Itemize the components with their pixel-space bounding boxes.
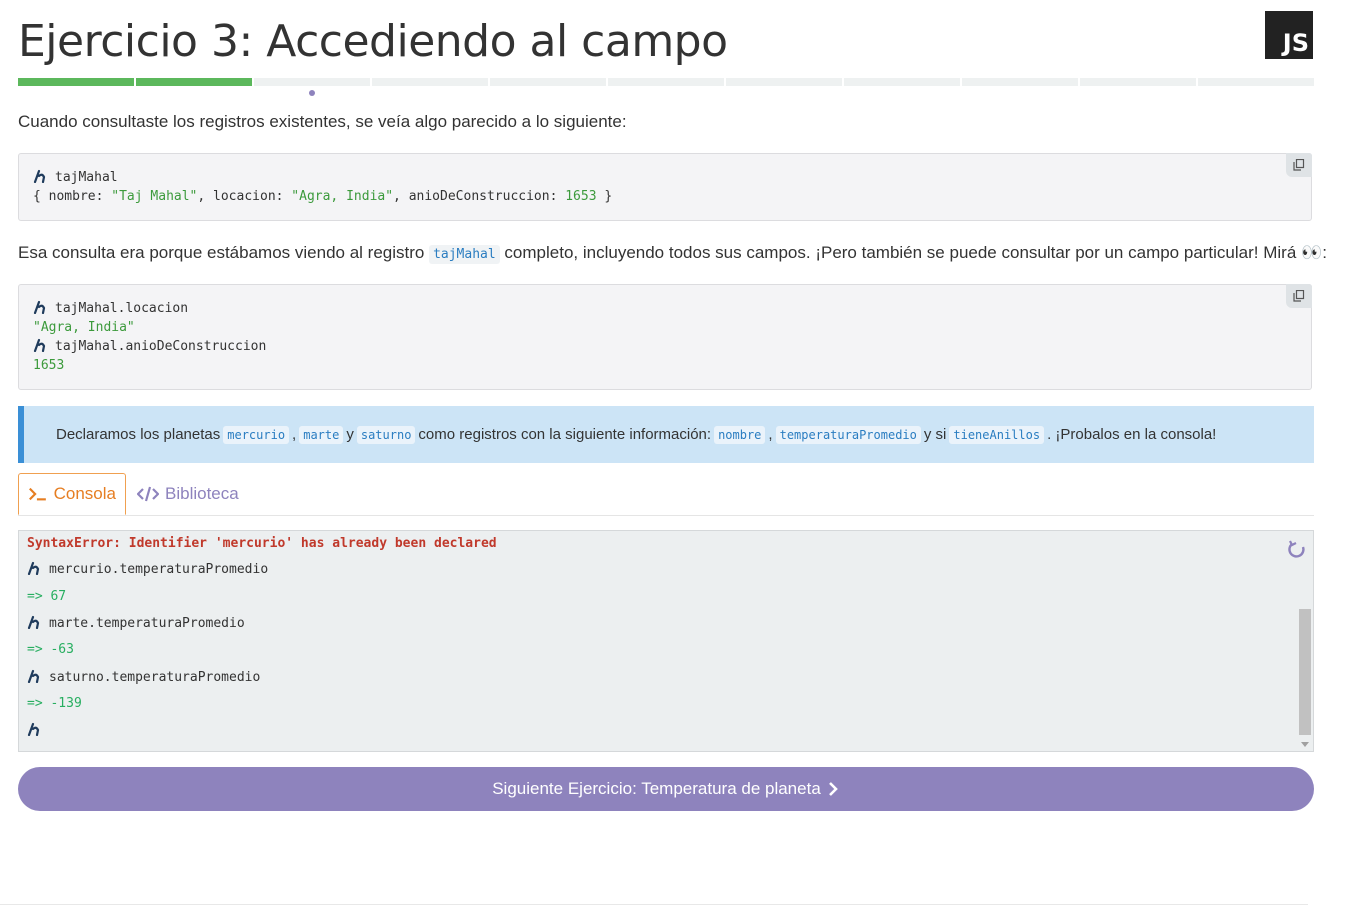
inline-code: mercurio [223,425,290,444]
prompt-icon [33,338,46,352]
reset-icon[interactable] [1287,539,1307,559]
console-command-text: marte.temperaturaPromedio [49,616,245,631]
prompt-icon [27,669,40,683]
next-exercise-label: Siguiente Ejercicio: Temperatura de plan… [492,779,821,798]
exercise-instructions: Declaramos los planetas mercurio, marte y… [18,406,1314,463]
copy-icon [1293,159,1305,171]
progress-bar [18,78,1314,86]
code-string: "Taj Mahal" [111,189,198,204]
console-result: => -63 [27,642,74,657]
code-result: 1653 [33,358,65,373]
code-block-fields: tajMahal.locacion "Agra, India" tajMahal… [18,284,1312,390]
explain-after: completo, incluyendo todos sus campos. ¡… [499,243,1302,262]
terminal-icon [29,487,46,501]
footer-divider [0,904,1308,905]
console-result: => 67 [27,589,67,604]
code-line: { nombre: "Taj Mahal", locacion: "Agra, … [33,187,1297,206]
code-query: tajMahal [55,170,118,185]
next-exercise-button[interactable]: Siguiente Ejercicio: Temperatura de plan… [18,767,1314,811]
inline-code: tieneAnillos [949,425,1045,444]
code-query: tajMahal.anioDeConstruccion [55,339,267,354]
code-number: 1653 [565,189,597,204]
code-query: tajMahal.locacion [55,301,189,316]
info-text: . ¡Probalos en la consola! [1047,426,1217,443]
info-text: como registros con la siguiente informac… [418,426,712,443]
prompt-icon [27,561,40,575]
progress-segment[interactable] [1080,78,1196,86]
console-panel[interactable]: SyntaxError: Identifier 'mercurio' has a… [18,530,1314,752]
console-error: SyntaxError: Identifier 'mercurio' has a… [27,536,497,551]
explain-text: Esa consulta era porque estábamos viendo… [18,243,1327,264]
info-text: , [292,426,297,443]
progress-segment[interactable] [1198,78,1314,86]
console-command-text: saturno.temperaturaPromedio [49,670,261,685]
code-text: { nombre: [33,189,112,204]
copy-button[interactable] [1286,153,1312,177]
code-line: tajMahal.anioDeConstruccion [33,337,1297,356]
inline-code: tajMahal [429,245,500,264]
info-text: y si [923,426,947,443]
progress-segment[interactable] [490,78,606,86]
progress-segment[interactable] [18,78,134,86]
inline-code: marte [299,425,344,444]
console-input-prompt[interactable] [27,721,49,741]
inline-code: nombre [714,425,766,444]
console-result: => -139 [27,696,82,711]
progress-segment[interactable] [372,78,488,86]
chevron-right-icon [828,782,838,796]
prompt-icon [27,615,40,629]
prompt-icon [33,300,46,314]
copy-button[interactable] [1286,284,1312,308]
page-title: Ejercicio 3: Accediendo al campo [18,16,728,67]
code-block-records: tajMahal { nombre: "Taj Mahal", locacion… [18,153,1312,221]
prompt-icon [33,169,46,183]
copy-icon [1293,290,1305,302]
js-language-badge: JS [1265,11,1313,59]
code-result: "Agra, India" [33,320,135,335]
progress-segment[interactable] [962,78,1078,86]
scroll-down-arrow-icon[interactable] [1301,742,1309,747]
tab-library-label: Biblioteca [165,484,239,503]
inline-code: saturno [356,425,416,444]
explain-end: : [1322,243,1327,262]
inline-code: temperaturaPromedio [775,425,921,444]
code-text: , anioDeConstruccion: [393,189,566,204]
tab-console-label: Consola [53,484,116,503]
console-command: mercurio.temperaturaPromedio [27,560,268,580]
console-scrollbar[interactable] [1299,609,1311,735]
intro-text: Cuando consultaste los registros existen… [18,112,627,131]
tab-console[interactable]: Consola [18,473,126,515]
code-line: tajMahal [33,168,1297,187]
tab-library[interactable]: Biblioteca [128,473,248,515]
code-string: "Agra, India" [291,189,394,204]
progress-segment[interactable] [844,78,960,86]
progress-segment[interactable] [726,78,842,86]
progress-segment[interactable] [136,78,252,86]
explain-before: Esa consulta era porque estábamos viendo… [18,243,430,262]
info-text: y [346,426,354,443]
info-text: Declaramos los planetas [56,426,221,443]
console-command: saturno.temperaturaPromedio [27,668,260,688]
console-command: marte.temperaturaPromedio [27,614,245,634]
code-line: tajMahal.locacion [33,299,1297,318]
editor-tabs: Consola Biblioteca [18,473,1314,516]
eyes-emoji: 👀 [1301,243,1323,262]
progress-segment[interactable] [254,78,370,86]
info-text: , [768,426,773,443]
current-exercise-dot [309,90,315,96]
prompt-icon [27,722,40,736]
progress-segment[interactable] [608,78,724,86]
code-text: } [596,189,613,204]
console-command-text: mercurio.temperaturaPromedio [49,562,269,577]
code-icon [137,486,159,502]
code-text: , locacion: [197,189,292,204]
